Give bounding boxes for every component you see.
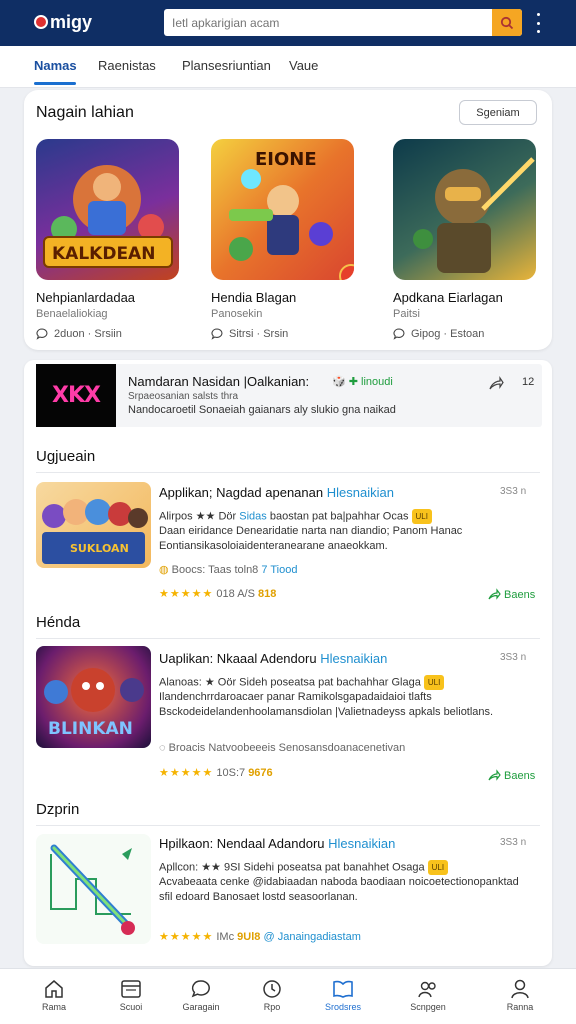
list-item-meta: ◍ Boocs: Taas toln8 7 Tiood [159, 564, 298, 576]
window-icon [121, 980, 141, 998]
banner-line-1: Srpaeosanian salsts thra [128, 391, 239, 402]
search-input[interactable] [172, 12, 492, 33]
comment-icon [36, 328, 48, 340]
bottom-navigation: Rama Scuoi Garagain Rpo Srodsres Scnpgen… [0, 968, 576, 1024]
featured-item-meta: Sitrsi · Srsin [211, 328, 288, 340]
banner-line-2: Nandocaroetil Sonaeiah gaianars aly sluk… [128, 404, 396, 416]
search-box [164, 9, 522, 36]
banner-title: Namdaran Nasidan |Oalkanian: [128, 374, 310, 389]
featured-item-image-text: KALKDEAN [52, 244, 156, 264]
featured-item-meta-text: Sitrsi · Srsin [229, 328, 289, 340]
app-logo-text: migy [50, 11, 93, 32]
comment-icon [393, 328, 405, 340]
share-icon[interactable] [488, 376, 504, 392]
list-item-image-text: SUKLOAN [70, 542, 129, 555]
nav-item-ranna[interactable]: Ranna [490, 979, 550, 1012]
list-item-rating: ★★★★★ 10S:7 9676 [159, 767, 273, 779]
list-item-meta: ◌ Broacis Natvoobeeeis Senosansdoanacene… [159, 742, 406, 754]
tab-bar: Namas Raenistas Plansesriuntian Vaue [0, 46, 576, 122]
tab-plansesriuntian[interactable]: Plansesriuntian [182, 58, 271, 73]
nav-item-scnpgen[interactable]: Scnpgen [398, 979, 458, 1012]
divider [36, 638, 540, 639]
featured-item-meta-text: 2duon · Srsiin [54, 328, 122, 340]
list-item-share-button[interactable]: Baens [488, 588, 535, 601]
share-arrow-icon [488, 588, 501, 600]
app-logo[interactable]: migy [34, 10, 92, 34]
featured-item-image-text: EIONE [255, 149, 317, 170]
list-item-image-text: BLINKAN [48, 719, 133, 739]
featured-item-name[interactable]: Apdkana Eiarlagan [393, 290, 503, 305]
featured-item-meta: Gipog · Estoan [393, 328, 484, 340]
featured-item-image[interactable]: KALKDEAN [36, 139, 179, 280]
featured-item-image[interactable] [393, 139, 536, 280]
list-section-heading: Hénda [36, 614, 81, 631]
featured-title: Nagain lahian [36, 104, 134, 121]
banner-logo-image: XKX [36, 364, 116, 427]
featured-see-all-button[interactable]: Sgeniam [459, 100, 537, 125]
list-item-description: Alirpos ★★ Dör Sidas baostan pat ba|pahh… [159, 509, 463, 553]
banner-count: 12 [522, 376, 535, 388]
nav-item-garagain[interactable]: Garagain [171, 979, 231, 1012]
search-button[interactable] [492, 9, 522, 36]
nav-item-home[interactable]: Rama [24, 979, 84, 1012]
clock-icon [263, 980, 281, 998]
list-item-description: Alanoas: ★ Oör Sideh poseatsa pat bachah… [159, 675, 494, 719]
list-item-image[interactable] [36, 834, 151, 944]
list-item-title[interactable]: Hpilkaon: Nendaal Adandoru Hlesnaikian [159, 836, 395, 851]
list-item-image[interactable]: BLINKAN [36, 646, 151, 748]
more-menu-icon[interactable] [532, 13, 544, 33]
featured-item-sub: Paitsi [393, 308, 420, 320]
search-icon [500, 16, 514, 29]
banner-tag: 🎲 ✚ linoudi [332, 376, 393, 388]
featured-item-name[interactable]: Nehpianlardadaa [36, 290, 135, 305]
book-icon [333, 980, 353, 998]
active-tab-indicator [34, 82, 76, 85]
banner-logo-text: XKX [52, 383, 101, 408]
featured-item-meta: 2duon · Srsiin [36, 328, 122, 340]
nav-item-srodsres[interactable]: Srodsres [313, 979, 373, 1012]
user-icon [511, 979, 529, 999]
promo-banner[interactable]: XKX Namdaran Nasidan |Oalkanian: 🎲 ✚ lin… [36, 364, 542, 427]
game-art-image [42, 499, 148, 564]
featured-item-image[interactable]: EIONE [211, 139, 354, 280]
nav-item-scuoi[interactable]: Scuoi [101, 979, 161, 1012]
list-item-date: 3S3 n [500, 486, 527, 497]
list-section-heading: Dzprin [36, 801, 80, 818]
list-item-rating: ★★★★★ 018 A/S 818 [159, 588, 277, 600]
top-bar: migy [0, 0, 576, 46]
chat-icon [191, 980, 210, 998]
list-item-share-button[interactable]: Baens [488, 769, 535, 782]
comment-icon [211, 328, 223, 340]
list-item-image[interactable]: SUKLOAN [36, 482, 151, 568]
list-section-heading: Ugjueain [36, 448, 96, 465]
featured-item-meta-text: Gipog · Estoan [411, 328, 485, 340]
tab-vaue[interactable]: Vaue [289, 58, 318, 73]
list-item-date: 3S3 n [500, 837, 527, 848]
group-icon [418, 981, 436, 998]
featured-item-sub: Panosekin [211, 308, 263, 320]
list-item-title[interactable]: Uaplikan: Nkaaal Adendoru Hlesnaikian [159, 651, 387, 666]
tab-namas[interactable]: Namas [34, 58, 77, 73]
divider [36, 472, 540, 473]
featured-item-name[interactable]: Hendia Blagan [211, 290, 296, 305]
list-item-title[interactable]: Applikan; Nagdad apenanan Hlesnaikian [159, 485, 394, 500]
game-art-image [50, 844, 135, 935]
home-icon [45, 980, 63, 998]
featured-item-sub: Benaelaliokiag [36, 308, 108, 320]
logo-mark-icon [34, 15, 48, 29]
tab-raenistas[interactable]: Raenistas [98, 58, 156, 73]
nav-item-rpo[interactable]: Rpo [242, 979, 302, 1012]
list-item-description: Apllcon: ★★ 9SI Sidehi poseatsa pat bana… [159, 860, 519, 904]
list-item-rating: ★★★★★ IMc 9Ul8 @ Janaingadiastam [159, 931, 361, 943]
game-art-image [413, 157, 535, 273]
list-item-date: 3S3 n [500, 652, 527, 663]
divider [36, 825, 540, 826]
share-arrow-icon [488, 769, 501, 781]
